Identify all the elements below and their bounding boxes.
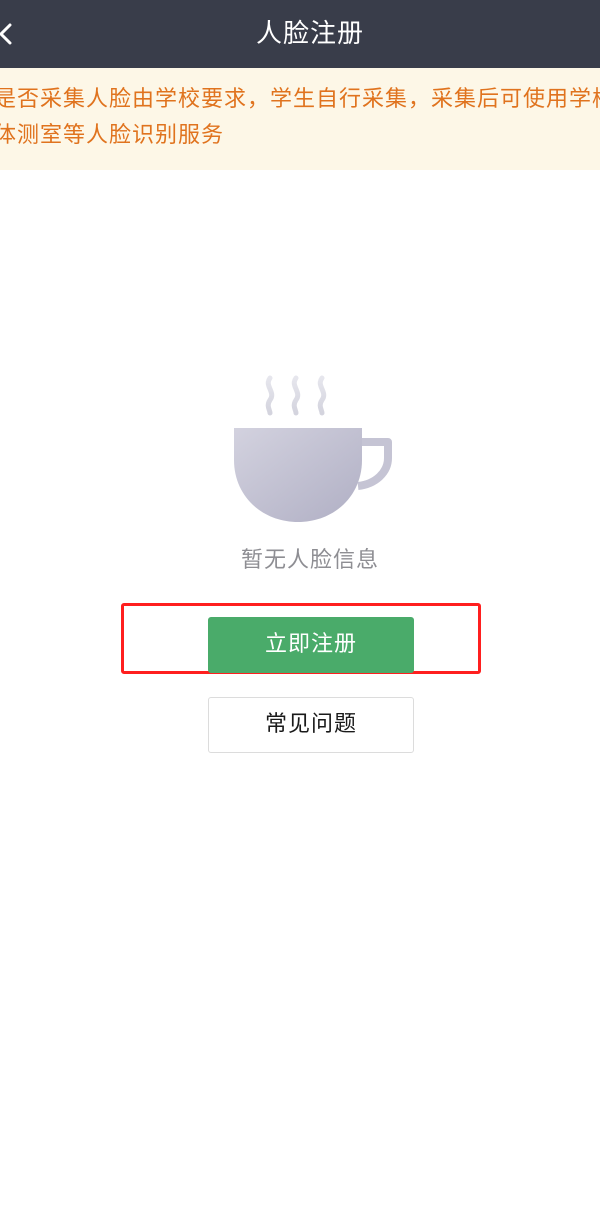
empty-state-illustration — [226, 372, 396, 527]
faq-button[interactable]: 常见问题 — [208, 697, 414, 753]
notice-text: 是否采集人脸由学校要求，学生自行采集，采集后可使用学校体测室等人脸识别服务 — [0, 87, 600, 148]
register-now-button[interactable]: 立即注册 — [208, 617, 414, 673]
coffee-cup-icon — [234, 375, 392, 522]
nav-bar: 人脸注册 — [0, 0, 600, 68]
empty-state-text: 暂无人脸信息 — [240, 548, 379, 573]
notice-banner: 是否采集人脸由学校要求，学生自行采集，采集后可使用学校体测室等人脸识别服务 — [0, 68, 600, 170]
page-title: 人脸注册 — [255, 19, 364, 49]
